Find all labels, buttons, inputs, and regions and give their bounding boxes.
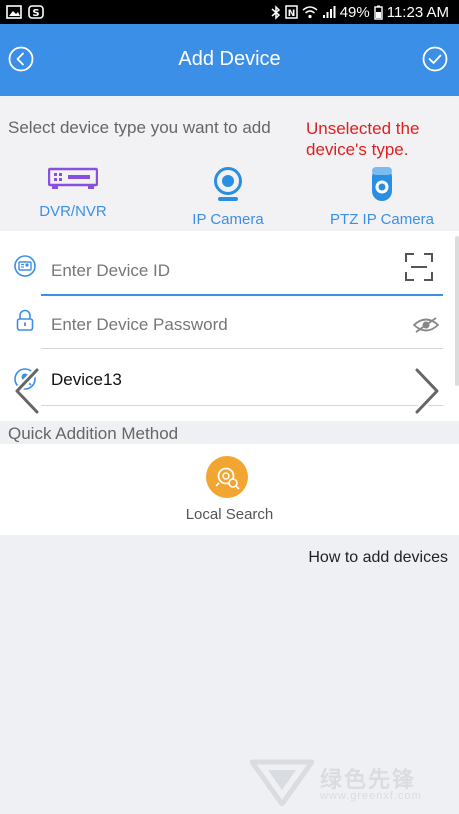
password-input[interactable]	[51, 315, 381, 335]
confirm-icon[interactable]	[422, 46, 448, 72]
device-form: Device13	[0, 231, 459, 421]
eye-hidden-icon[interactable]	[413, 317, 439, 333]
battery-icon	[374, 5, 383, 20]
ptz-camera-icon	[372, 167, 392, 201]
device-type-ptz-camera[interactable]: PTZ IP Camera	[307, 166, 457, 228]
lock-icon	[16, 309, 34, 331]
device-id-field	[41, 237, 443, 296]
device-type-label: PTZ IP Camera	[330, 211, 434, 228]
scrollbar[interactable]	[455, 236, 459, 386]
device-type-ip-camera[interactable]: IP Camera	[153, 166, 303, 228]
device-name-field[interactable]: Device13	[41, 348, 443, 406]
nfc-icon: N	[284, 5, 298, 19]
local-search-button[interactable]	[206, 456, 248, 498]
device-type-dvr-nvr[interactable]: DVR/NVR	[0, 166, 148, 220]
ip-camera-icon	[214, 167, 242, 201]
svg-text:S: S	[32, 8, 39, 19]
watermark-logo-icon	[250, 759, 314, 806]
page-title: Add Device	[178, 48, 281, 70]
signal-icon	[322, 6, 336, 18]
device-id-input[interactable]	[51, 261, 381, 281]
app-notification-icon: S	[28, 5, 44, 19]
watermark-url: www.greenxf.com	[320, 790, 422, 802]
app-bar: Add Device	[0, 24, 459, 96]
clock: 11:23 AM	[386, 3, 449, 21]
device-name-row: Device13	[0, 348, 459, 406]
battery-percent: 49%	[339, 3, 370, 21]
local-search-label: Local Search	[185, 506, 274, 523]
how-to-add-link[interactable]: How to add devices	[308, 549, 448, 567]
dvr-icon	[47, 167, 99, 189]
gallery-icon	[6, 5, 22, 19]
password-row	[0, 291, 459, 349]
watermark: 绿色先锋 www.greenxf.com	[250, 752, 455, 812]
device-type-warning: Unselected the device's type.	[306, 119, 420, 159]
device-type-prompt: Select device type you want to add	[8, 118, 271, 137]
device-type-label: IP Camera	[192, 211, 264, 228]
device-type-panel: Select device type you want to add Unsel…	[0, 96, 459, 231]
wifi-icon	[302, 6, 318, 19]
password-field	[41, 291, 443, 349]
svg-text:N: N	[287, 9, 295, 19]
device-id-icon	[14, 255, 36, 277]
quick-addition-title: Quick Addition Method	[8, 424, 179, 443]
device-id-row	[0, 237, 459, 296]
previous-arrow-icon[interactable]	[10, 366, 44, 416]
next-arrow-icon[interactable]	[410, 366, 444, 416]
qr-scan-icon[interactable]	[405, 253, 433, 281]
local-search-icon	[215, 467, 240, 490]
device-name-value: Device13	[51, 370, 122, 389]
bluetooth-icon	[271, 4, 280, 20]
status-bar: S N 49% 11:23 AM	[0, 0, 459, 24]
device-type-label: DVR/NVR	[39, 203, 107, 220]
quick-addition-panel: Local Search	[0, 444, 459, 535]
